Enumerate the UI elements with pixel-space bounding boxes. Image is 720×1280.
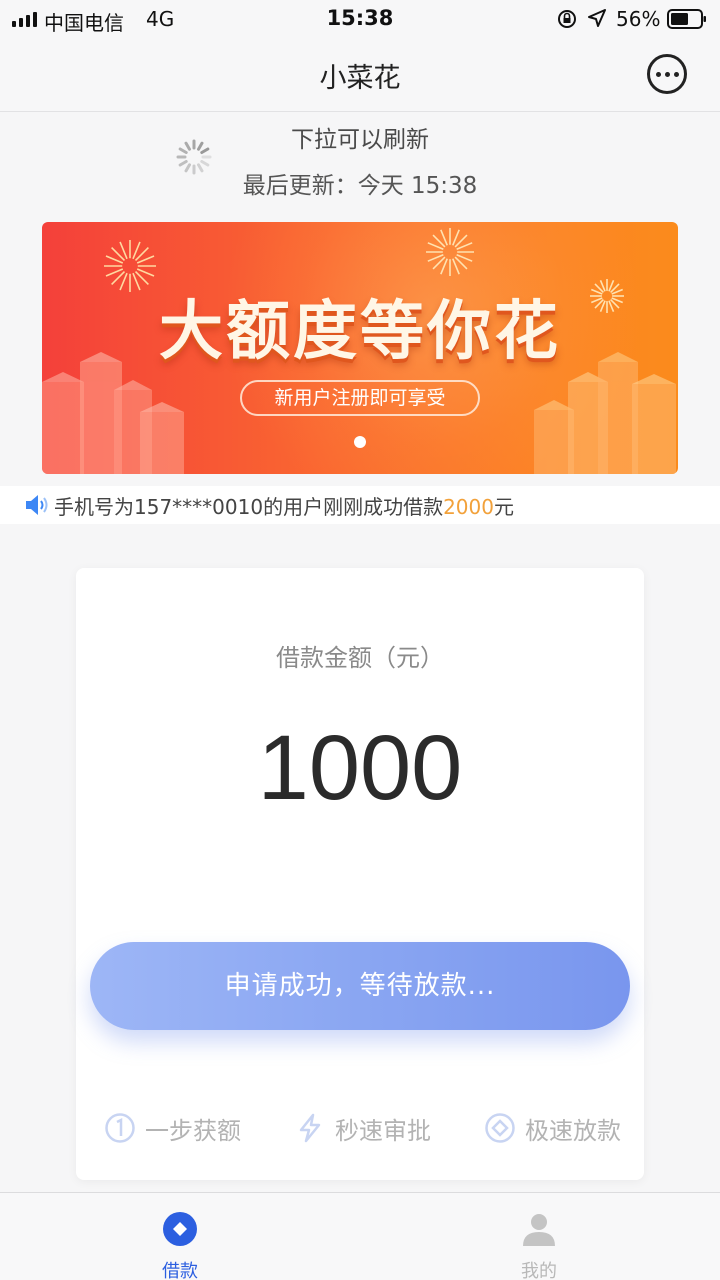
location-arrow-icon	[588, 9, 606, 27]
feature-label: 一步获额	[145, 1116, 241, 1145]
battery-percent: 56%	[616, 7, 661, 31]
one-circle-icon	[105, 1113, 135, 1143]
feature-label: 秒速审批	[335, 1116, 431, 1145]
feature-list: 一步获额 秒速审批 极速放款	[76, 1106, 644, 1150]
loan-diamond-icon	[163, 1212, 197, 1246]
notice-text: 手机号为157****0010的用户刚刚成功借款2000元	[54, 491, 514, 520]
rotation-lock-icon	[558, 10, 576, 28]
tab-mine[interactable]: 我的	[439, 1193, 639, 1280]
notice-unit: 元	[493, 495, 514, 519]
loan-amount: 1000	[257, 717, 463, 819]
battery-icon	[667, 9, 706, 29]
last-update-time: 最后更新：今天 15:38	[242, 173, 478, 199]
feature-item: 一步获额	[104, 1106, 241, 1150]
banner-title: 大额度等你花	[159, 295, 561, 369]
nav-bar: 小菜花	[0, 38, 720, 112]
promo-banner[interactable]: 大额度等你花 新用户注册即可享受	[42, 222, 678, 474]
user-icon	[523, 1214, 555, 1246]
pull-refresh-header: 下拉可以刷新 最后更新：今天 15:38	[0, 112, 720, 212]
speaker-icon	[26, 495, 48, 515]
notice-bar: 手机号为157****0010的用户刚刚成功借款2000元	[0, 486, 720, 524]
carousel-dot[interactable]	[354, 436, 366, 448]
notice-message: 手机号为157****0010的用户刚刚成功借款	[54, 495, 444, 519]
banner-subtitle: 新用户注册即可享受	[240, 380, 480, 416]
feature-item: 极速放款	[484, 1106, 621, 1150]
pull-refresh-hint: 下拉可以刷新	[291, 127, 429, 153]
status-time: 15:38	[326, 6, 394, 30]
feature-item: 秒速审批	[294, 1106, 431, 1150]
tab-bar: 借款 我的	[0, 1192, 720, 1280]
tab-loan[interactable]: 借款	[80, 1193, 280, 1280]
tab-label: 我的	[521, 1261, 557, 1280]
notice-amount: 2000	[443, 495, 494, 519]
page-title: 小菜花	[319, 63, 401, 94]
loan-card: 借款金额（元） 1000 申请成功，等待放款... 一步获额 秒速审批 极速放款	[76, 568, 644, 1180]
more-dots-icon[interactable]	[647, 54, 687, 94]
diamond-circle-icon	[485, 1113, 515, 1143]
feature-label: 极速放款	[525, 1116, 621, 1145]
apply-status-button[interactable]: 申请成功，等待放款...	[90, 942, 630, 1030]
status-bar: 中国电信 4G 15:38 56%	[0, 0, 720, 38]
tab-label: 借款	[162, 1261, 198, 1280]
amount-label: 借款金额（元）	[276, 644, 444, 672]
lightning-icon	[299, 1113, 321, 1143]
